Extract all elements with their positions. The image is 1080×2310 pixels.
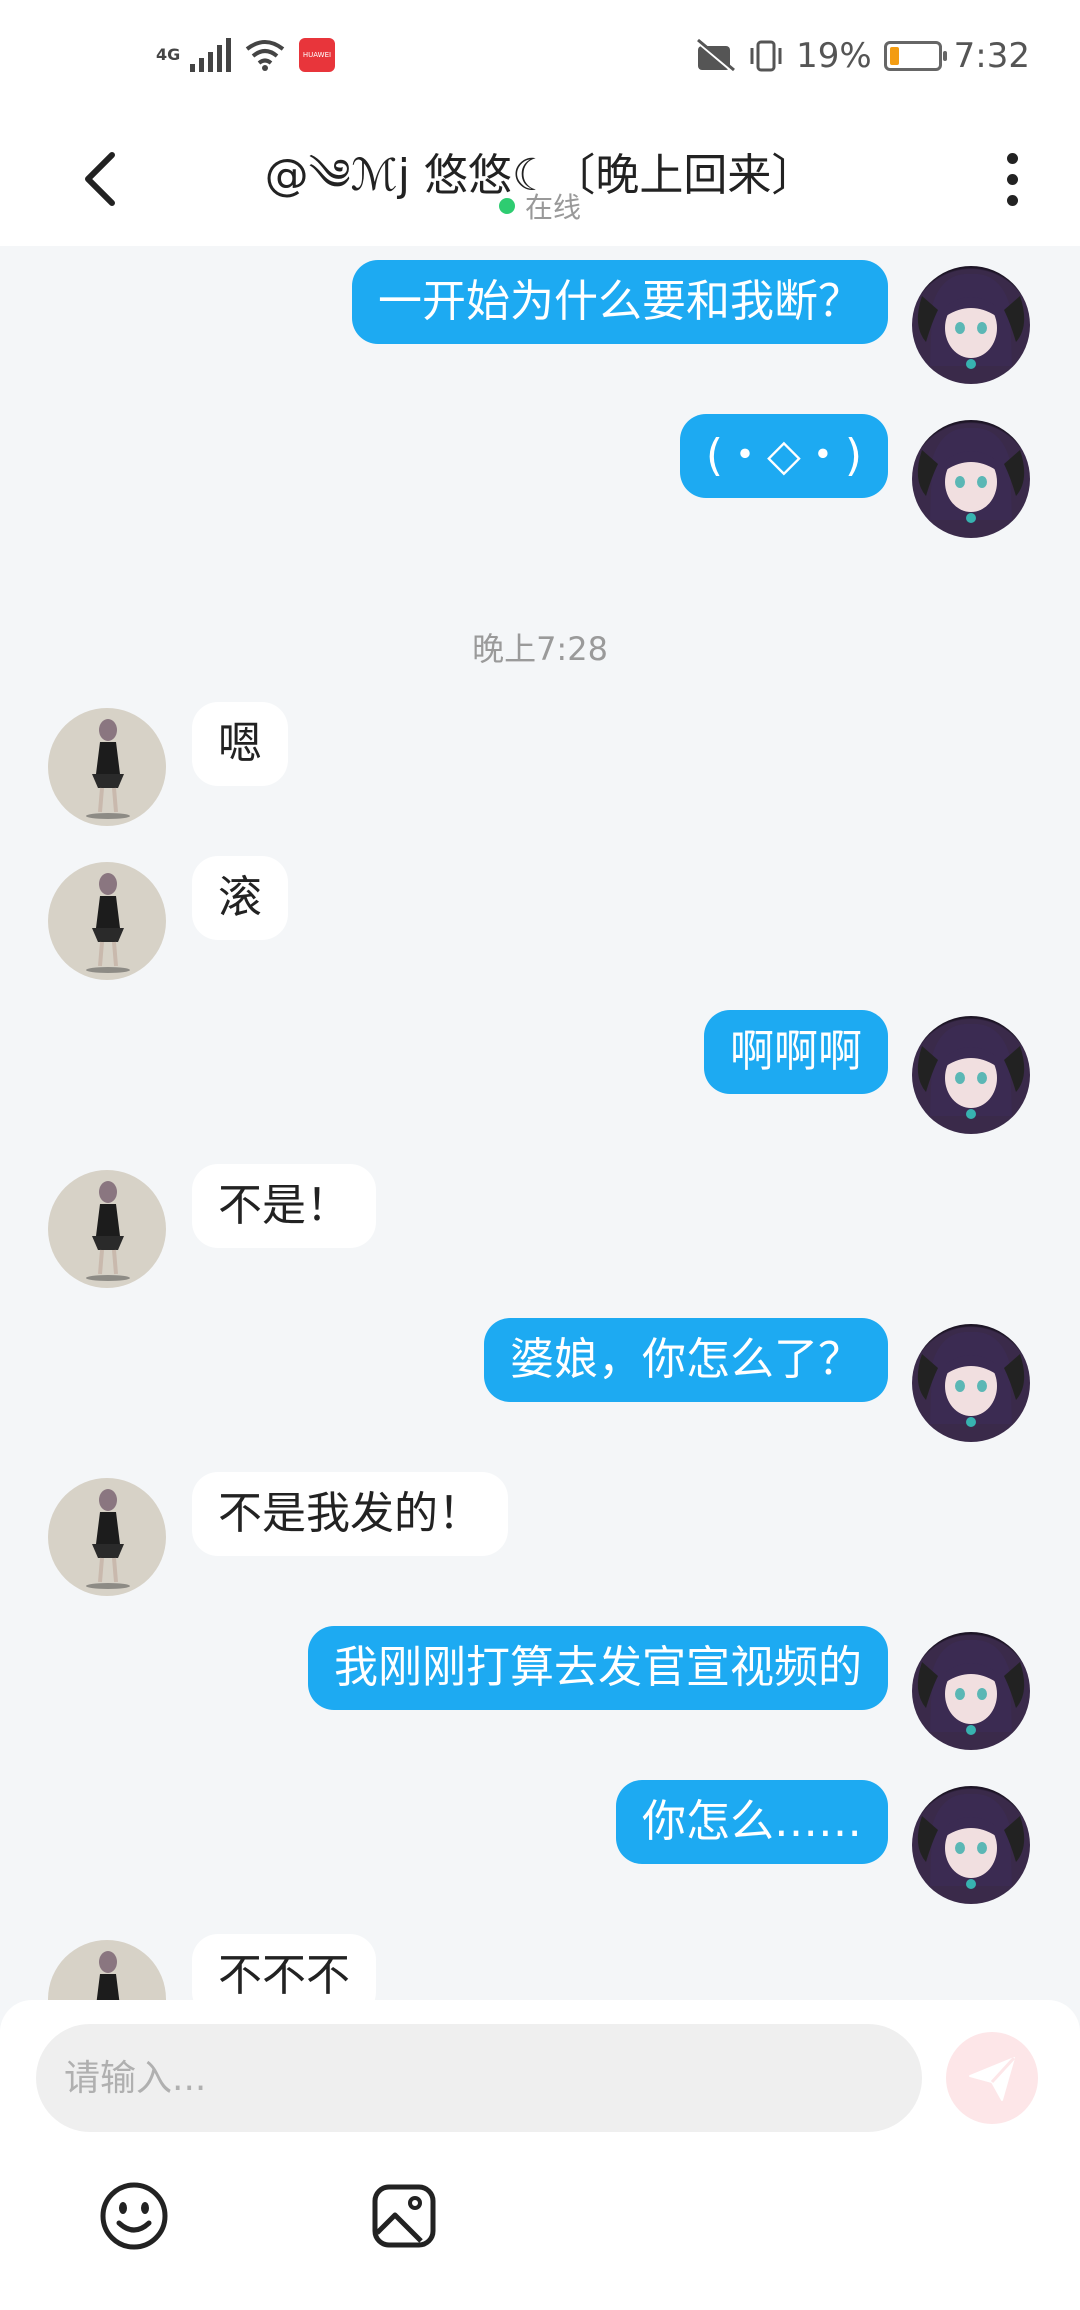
send-button[interactable]	[946, 2032, 1038, 2124]
sent-message: (・◇・)	[0, 414, 1080, 544]
chat-header: @༄ℳj 悠悠☾〔晚上回来〕 在线	[0, 110, 1080, 246]
sent-message: 啊啊啊	[0, 1010, 1080, 1140]
status-right: 19% 7:32	[694, 36, 1030, 76]
send-icon	[969, 2056, 1016, 2101]
battery-percent: 19%	[796, 36, 872, 76]
contact-avatar[interactable]	[48, 862, 166, 980]
my-avatar[interactable]	[912, 1324, 1030, 1442]
my-avatar[interactable]	[912, 1632, 1030, 1750]
message-bubble[interactable]: 不是！	[192, 1164, 376, 1248]
message-bubble[interactable]: 不不不	[192, 1934, 376, 2000]
image-icon	[372, 2184, 436, 2248]
network-type: 4G	[156, 45, 181, 64]
message-bubble[interactable]: 我刚刚打算去发官宣视频的	[308, 1626, 888, 1710]
more-options-button[interactable]	[992, 146, 1032, 212]
status-bar: 4G HUAWEI 19% 7:32	[0, 0, 1080, 110]
emoji-button[interactable]	[98, 2180, 170, 2252]
received-message: 不是！	[0, 1164, 1080, 1294]
message-input[interactable]	[36, 2024, 922, 2132]
received-message: 不是我发的！	[0, 1472, 1080, 1602]
received-message: 不不不	[0, 1934, 1080, 2000]
battery-fill	[889, 47, 899, 65]
clock: 7:32	[953, 36, 1030, 76]
contact-avatar[interactable]	[48, 708, 166, 826]
my-avatar[interactable]	[912, 266, 1030, 384]
received-message: 嗯	[0, 702, 1080, 832]
message-bubble[interactable]: (・◇・)	[679, 414, 888, 498]
sent-message: 一开始为什么要和我断？	[0, 260, 1080, 390]
contact-avatar[interactable]	[48, 1940, 166, 2000]
status-left: 4G HUAWEI	[156, 38, 335, 72]
my-avatar[interactable]	[912, 1016, 1030, 1134]
message-bubble[interactable]: 你怎么……	[616, 1780, 888, 1864]
online-dot-icon	[498, 198, 515, 214]
message-list[interactable]: 一开始为什么要和我断？ (・◇・) 晚上7:28 嗯滚啊啊啊不是！ 婆娘，你怎么了？ 不是…	[0, 246, 1080, 2000]
my-avatar[interactable]	[912, 420, 1030, 538]
contact-avatar[interactable]	[48, 1478, 166, 1596]
contact-avatar[interactable]	[48, 1170, 166, 1288]
message-bubble[interactable]: 一开始为什么要和我断？	[352, 260, 888, 344]
vibrate-icon	[750, 40, 782, 72]
image-button[interactable]	[368, 2180, 440, 2252]
no-sim-icon	[694, 38, 736, 74]
huawei-app-icon: HUAWEI	[299, 38, 335, 72]
my-avatar[interactable]	[912, 1786, 1030, 1904]
sent-message: 我刚刚打算去发官宣视频的	[0, 1626, 1080, 1756]
input-area	[0, 2000, 1080, 2310]
message-bubble[interactable]: 啊啊啊	[704, 1010, 888, 1094]
battery-icon	[883, 41, 947, 71]
sent-message: 婆娘，你怎么了？	[0, 1318, 1080, 1448]
received-message: 滚	[0, 856, 1080, 986]
sent-message: 你怎么……	[0, 1780, 1080, 1910]
online-status-label: 在线	[524, 191, 581, 224]
time-separator: 晚上7:28	[472, 630, 608, 668]
message-bubble[interactable]: 滚	[192, 856, 288, 940]
message-bubble[interactable]: 婆娘，你怎么了？	[484, 1318, 888, 1402]
more-vertical-icon	[1006, 152, 1018, 164]
online-status: 在线	[0, 186, 1080, 226]
emoji-icon	[100, 2182, 168, 2250]
signal-icon	[190, 38, 231, 72]
wifi-icon	[245, 40, 285, 71]
message-bubble[interactable]: 嗯	[192, 702, 288, 786]
message-bubble[interactable]: 不是我发的！	[192, 1472, 508, 1556]
